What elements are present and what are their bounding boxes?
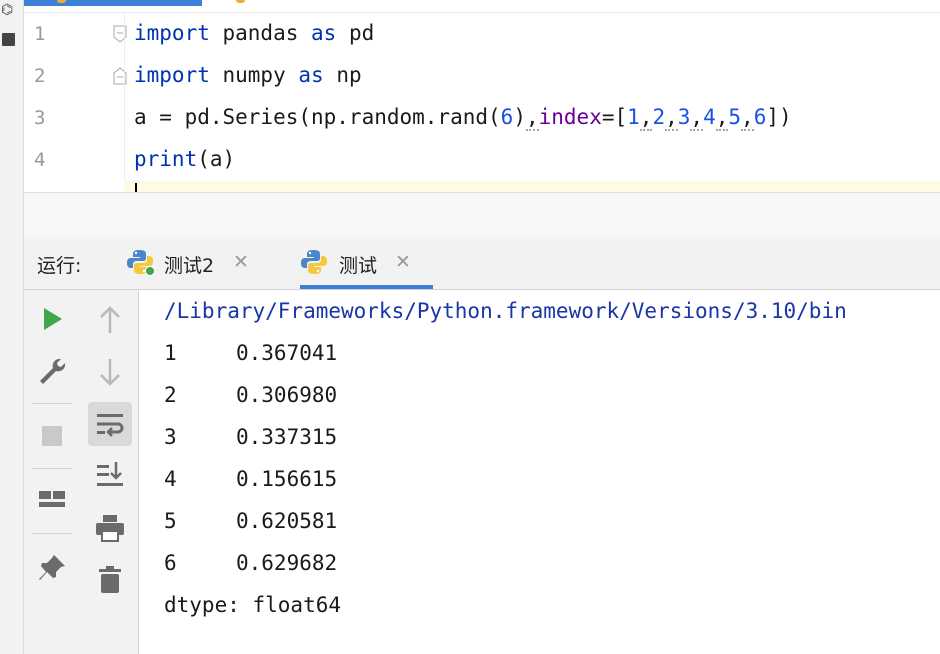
series-index: 1 bbox=[164, 341, 177, 365]
project-tool-icon[interactable]: ⌬ bbox=[1, 2, 13, 18]
play-icon[interactable] bbox=[34, 301, 70, 337]
print-icon[interactable] bbox=[92, 510, 128, 546]
tab-label: 测试2 bbox=[164, 255, 215, 277]
series-value: 0.156615 bbox=[236, 467, 338, 491]
series-value: 0.629682 bbox=[236, 551, 338, 575]
number-literal: 4 bbox=[703, 105, 716, 129]
tab-run-config[interactable]: 测试 ✕ bbox=[300, 237, 433, 289]
code-line-1[interactable]: import pandas as pd bbox=[134, 21, 374, 45]
dtype-line: dtype: float64 bbox=[164, 593, 342, 617]
number-literal: 5 bbox=[728, 105, 742, 129]
python-icon bbox=[301, 250, 327, 274]
left-tool-strip: ⌬ bbox=[0, 0, 24, 654]
active-tab-indicator bbox=[300, 285, 433, 289]
file-icon bbox=[236, 0, 245, 3]
trash-icon[interactable] bbox=[92, 562, 128, 598]
arrow-up-icon[interactable] bbox=[92, 302, 128, 338]
line-number-gutter[interactable]: 1 2 3 4 bbox=[24, 13, 127, 192]
series-index: 5 bbox=[164, 509, 177, 533]
code-line-4[interactable]: print(a) bbox=[134, 147, 235, 171]
named-parameter: index bbox=[538, 105, 602, 129]
code-text: pd bbox=[336, 21, 375, 45]
text-caret bbox=[135, 183, 137, 192]
code-text: a = pd.Series(np.random.rand( bbox=[134, 105, 501, 129]
layout-icon[interactable] bbox=[34, 483, 70, 519]
current-line-highlight bbox=[124, 181, 940, 192]
editor-tab-active-indicator bbox=[24, 0, 202, 6]
number-literal: 1 bbox=[627, 105, 640, 129]
keyword: import bbox=[134, 63, 210, 87]
close-icon[interactable]: ✕ bbox=[395, 251, 411, 273]
code-text: =[ bbox=[601, 105, 628, 129]
tab-label: 测试 bbox=[339, 255, 378, 277]
tab-run-config-2[interactable]: 测试2 ✕ bbox=[124, 237, 264, 289]
console-output[interactable]: /Library/Frameworks/Python.framework/Ver… bbox=[139, 290, 940, 654]
keyword: import bbox=[134, 21, 210, 45]
code-line-3[interactable]: a = pd.Series(np.random.rand(6),index=[1… bbox=[134, 105, 792, 131]
number-literal: 2 bbox=[652, 105, 666, 129]
soft-wrap-icon bbox=[97, 414, 124, 437]
interpreter-path-link[interactable]: /Library/Frameworks/Python.framework/Ver… bbox=[164, 299, 847, 323]
code-line-2[interactable]: import numpy as np bbox=[134, 63, 362, 87]
code-text: (a) bbox=[197, 147, 236, 171]
run-toolbar-secondary bbox=[80, 290, 139, 654]
series-value: 0.367041 bbox=[236, 341, 338, 365]
series-value: 0.620581 bbox=[236, 509, 338, 533]
arrow-down-icon[interactable] bbox=[92, 354, 128, 390]
number-literal: 6 bbox=[753, 105, 767, 129]
series-value: 0.337315 bbox=[236, 425, 338, 449]
close-icon[interactable]: ✕ bbox=[233, 251, 249, 273]
editor-run-splitter[interactable] bbox=[24, 192, 940, 238]
line-number: 1 bbox=[34, 23, 46, 45]
builtin-function: print bbox=[134, 147, 198, 171]
code-text: ) bbox=[513, 105, 526, 129]
code-comma: , bbox=[525, 105, 539, 131]
pin-icon[interactable] bbox=[34, 550, 70, 586]
wrench-icon[interactable] bbox=[34, 353, 70, 389]
keyword: as bbox=[298, 63, 324, 87]
series-index: 6 bbox=[164, 551, 177, 575]
code-text: np bbox=[323, 63, 362, 87]
line-number: 2 bbox=[34, 65, 46, 87]
editor-divider bbox=[24, 12, 940, 13]
python-icon bbox=[127, 250, 154, 276]
folder-icon[interactable] bbox=[2, 33, 15, 46]
keyword: as bbox=[311, 21, 337, 45]
line-number: 3 bbox=[34, 107, 46, 129]
series-index: 3 bbox=[164, 425, 177, 449]
scroll-to-end-icon[interactable] bbox=[92, 456, 128, 492]
toolbar-separator bbox=[32, 468, 72, 469]
number-literal: 6 bbox=[500, 105, 514, 129]
code-text: pandas bbox=[209, 21, 312, 45]
code-text: ]) bbox=[766, 105, 792, 129]
stop-icon[interactable] bbox=[34, 418, 70, 454]
soft-wrap-button[interactable] bbox=[88, 402, 132, 446]
code-editor[interactable]: 1 2 3 4 import pandas as pd import numpy… bbox=[24, 0, 940, 192]
toolbar-separator bbox=[32, 533, 72, 534]
series-index: 2 bbox=[164, 383, 177, 407]
toolbar-separator bbox=[32, 403, 72, 404]
number-literal: 3 bbox=[677, 105, 691, 129]
run-toolbar-primary bbox=[24, 290, 81, 654]
run-label: 运行: bbox=[37, 255, 82, 277]
line-number: 4 bbox=[34, 149, 46, 171]
run-tool-window-header: 运行: 测试2 ✕ 测试 ✕ bbox=[24, 237, 940, 290]
code-text: numpy bbox=[209, 63, 299, 87]
series-index: 4 bbox=[164, 467, 177, 491]
series-value: 0.306980 bbox=[236, 383, 338, 407]
gutter-separator bbox=[124, 13, 125, 192]
